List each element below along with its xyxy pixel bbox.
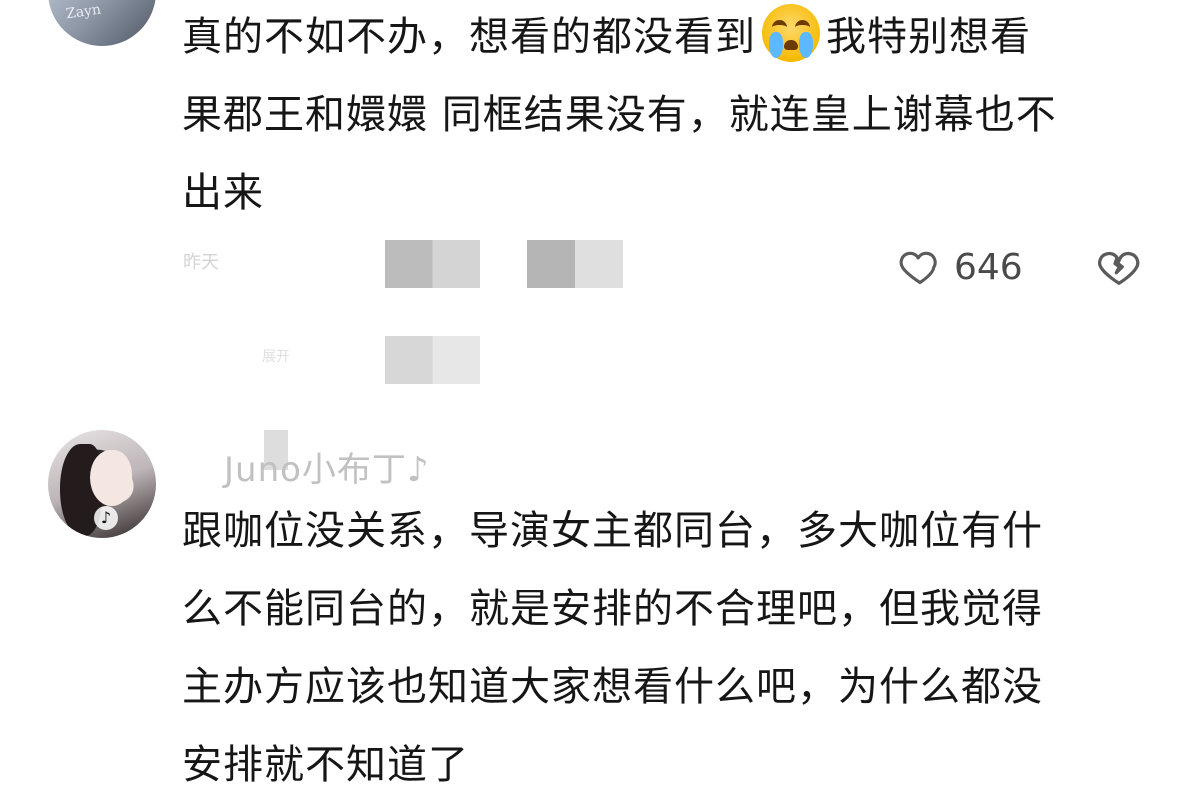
username[interactable]: Juno小布丁♪ xyxy=(224,442,430,491)
comment-meta: 昨天 xyxy=(183,252,219,273)
avatar-decor-text: Zayn xyxy=(65,1,102,23)
comment-line: 主办方应该也知道大家想看什么吧，为什么都没 xyxy=(182,664,1043,710)
comment-line: 跟咖位没关系，导演女主都同台，多大咖位有什 xyxy=(182,508,1043,554)
comment-body: 跟咖位没关系，导演女主都同台，多大咖位有什 么不能同台的，就是安排的不合理吧，但… xyxy=(182,492,1142,804)
blurred-meta xyxy=(527,240,623,288)
comment-line: 么不能同台的，就是安排的不合理吧，但我觉得 xyxy=(182,586,1043,632)
comment-line: 果郡王和嬛嬛 同框结果没有，就连皇上谢幕也不 xyxy=(182,92,1057,138)
comment-line: 出来 xyxy=(182,170,264,216)
heart-outline-icon xyxy=(899,251,937,285)
expand-replies-label[interactable]: 展开 xyxy=(262,346,290,366)
broken-heart-icon[interactable] xyxy=(1096,244,1142,290)
blurred-replies xyxy=(385,336,480,384)
comment-actions: 646 xyxy=(896,244,1146,294)
avatar-face xyxy=(90,450,132,506)
comment-body: 真的不如不办，想看的都没看到 我特别想看 果郡王和嬛嬛 同框结果没有，就连皇上谢幕… xyxy=(182,0,1142,232)
avatar[interactable]: ♪ xyxy=(48,430,156,538)
like-count: 646 xyxy=(954,247,1023,288)
comment-line: 安排就不知道了 xyxy=(182,742,469,788)
avatar[interactable]: Zayn xyxy=(48,0,156,46)
crying-face-icon xyxy=(762,4,820,62)
comment-line: 真的不如不办，想看的都没看到 我特别想看 xyxy=(182,0,1142,76)
like-button[interactable]: 646 xyxy=(896,244,1031,294)
blurred-meta xyxy=(385,240,480,288)
tiktok-icon: ♪ xyxy=(94,506,118,530)
